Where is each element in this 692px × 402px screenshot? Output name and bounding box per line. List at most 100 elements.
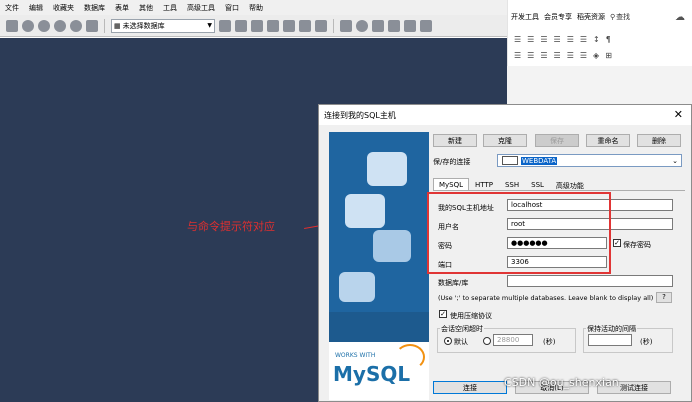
- menu-other[interactable]: 其他: [134, 3, 158, 13]
- database-input[interactable]: [507, 275, 673, 287]
- menu-advanced-tools[interactable]: 高级工具: [182, 3, 220, 13]
- password-input[interactable]: ●●●●●●: [507, 237, 607, 249]
- timeout-input[interactable]: 28800: [493, 334, 533, 346]
- port-label: 端口: [438, 261, 452, 269]
- new-connection-icon[interactable]: [6, 19, 18, 32]
- save-password-label: 保存密码: [623, 241, 651, 249]
- saved-connection-select[interactable]: WEBDATA ⌄: [497, 154, 682, 167]
- align-right-icon[interactable]: ☰: [540, 51, 547, 60]
- user-input[interactable]: root: [507, 218, 673, 230]
- save-password-checkbox[interactable]: ✓: [613, 239, 621, 247]
- menu-database[interactable]: 数据库: [79, 3, 110, 13]
- custom-timeout-radio[interactable]: [483, 337, 491, 345]
- cloud-icon[interactable]: ☁: [675, 12, 685, 23]
- database-label: 数据库/库: [438, 279, 469, 287]
- compress-checkbox[interactable]: ✓: [439, 310, 447, 318]
- database-icon: ▦: [114, 21, 121, 30]
- border-icon[interactable]: ⊞: [605, 51, 612, 60]
- word-window: 开发工具 会员专享 稻壳资源 ⚲ 查找 ☁ ☰ ☰ ☰ ☰ ☰ ☰ ↕ ¶ ☰ …: [507, 0, 692, 66]
- restore-icon[interactable]: [251, 19, 263, 32]
- indent-icon[interactable]: ☰: [554, 35, 561, 44]
- menu-edit[interactable]: 编辑: [24, 3, 48, 13]
- mysql-logo: WORKS WITH MySQL: [329, 342, 429, 400]
- database-hint: (Use ';' to separate multiple databases.…: [438, 294, 654, 302]
- refresh-icon[interactable]: [70, 19, 82, 32]
- chinese-layout-icon[interactable]: ☰: [580, 35, 587, 44]
- dialog-title: 连接到我的SQL主机: [324, 110, 396, 120]
- copy-db-icon[interactable]: [315, 19, 327, 32]
- timeout-seconds-label: (秒): [543, 338, 556, 346]
- execute-all-icon[interactable]: [38, 19, 50, 32]
- database-select[interactable]: ▦ 未选择数据库 ▼: [111, 18, 215, 33]
- format-icon[interactable]: [86, 19, 98, 32]
- word-ribbon-tabs: 开发工具 会员专享 稻壳资源 ⚲ 查找: [508, 10, 692, 24]
- menu-table[interactable]: 表单: [110, 3, 134, 13]
- data-sync-icon[interactable]: [420, 19, 432, 32]
- dolphin-icon: [395, 344, 425, 370]
- user-label: 用户名: [438, 223, 459, 231]
- menu-favorites[interactable]: 收藏夹: [48, 3, 79, 13]
- sort-icon[interactable]: ↕: [593, 35, 600, 44]
- word-search[interactable]: ⚲ 查找: [610, 12, 630, 22]
- word-document-area: [507, 66, 692, 104]
- align-left-icon[interactable]: ☰: [514, 51, 521, 60]
- shading-icon[interactable]: ◈: [593, 51, 599, 60]
- tab-developer[interactable]: 开发工具: [511, 12, 539, 22]
- keepalive-input[interactable]: [588, 334, 632, 346]
- search-icon: ⚲: [610, 13, 616, 21]
- export-icon[interactable]: [283, 19, 295, 32]
- align-center-icon[interactable]: ☰: [527, 51, 534, 60]
- justify-icon[interactable]: ☰: [554, 51, 561, 60]
- show-marks-icon[interactable]: ¶: [606, 35, 611, 44]
- puzzle-piece-image: [345, 194, 385, 228]
- color-swatch: [502, 156, 518, 165]
- default-radio[interactable]: [444, 337, 452, 345]
- puzzle-piece-image: [339, 272, 375, 302]
- query-builder-icon[interactable]: [388, 19, 400, 32]
- line-spacing-icon[interactable]: ☰: [580, 51, 587, 60]
- menu-tools[interactable]: 工具: [158, 3, 182, 13]
- schema-designer-icon[interactable]: [404, 19, 416, 32]
- saved-connection-label: 保/存的连接: [433, 158, 471, 166]
- save-button[interactable]: 保存: [535, 134, 579, 147]
- menu-window[interactable]: 窗口: [220, 3, 244, 13]
- clone-button[interactable]: 克隆: [483, 134, 527, 147]
- schedule-icon[interactable]: [356, 19, 368, 32]
- new-button[interactable]: 新建: [433, 134, 477, 147]
- menu-help[interactable]: 帮助: [244, 3, 268, 13]
- distribute-icon[interactable]: ☰: [567, 51, 574, 60]
- menu-file[interactable]: 文件: [0, 3, 24, 13]
- search-label: 查找: [616, 13, 631, 21]
- user-icon[interactable]: [219, 19, 231, 32]
- tab-member[interactable]: 会员专享: [544, 12, 572, 22]
- puzzle-piece-image: [367, 152, 407, 186]
- schema-icon[interactable]: [299, 19, 311, 32]
- backup-icon[interactable]: [235, 19, 247, 32]
- toolbar-separator: [333, 18, 334, 33]
- sync-icon[interactable]: [340, 19, 352, 32]
- delete-button[interactable]: 删除: [637, 134, 681, 147]
- close-icon[interactable]: ✕: [674, 108, 683, 121]
- chevron-down-icon: ▼: [207, 22, 212, 29]
- notification-icon[interactable]: [372, 19, 384, 32]
- dialog-titlebar: 连接到我的SQL主机 ✕: [319, 105, 691, 125]
- tab-resources[interactable]: 稻壳资源: [577, 12, 605, 22]
- host-input[interactable]: localhost: [507, 199, 673, 211]
- session-timeout-label: 会话空闲超时: [440, 324, 484, 334]
- multilevel-list-icon[interactable]: ☰: [540, 35, 547, 44]
- works-with-text: WORKS WITH: [335, 352, 376, 359]
- numbered-list-icon[interactable]: ☰: [527, 35, 534, 44]
- import-icon[interactable]: [267, 19, 279, 32]
- connect-button[interactable]: 连接: [433, 381, 507, 394]
- port-input[interactable]: 3306: [507, 256, 607, 268]
- stop-icon[interactable]: [54, 19, 66, 32]
- bullet-list-icon[interactable]: ☰: [514, 35, 521, 44]
- help-button[interactable]: ?: [656, 292, 672, 303]
- rename-button[interactable]: 重命名: [586, 134, 630, 147]
- host-label: 我的SQL主机地址: [438, 204, 494, 212]
- outdent-icon[interactable]: ☰: [567, 35, 574, 44]
- keepalive-label: 保持活动的间隔: [586, 324, 637, 334]
- database-select-label: 未选择数据库: [122, 21, 165, 30]
- execute-icon[interactable]: [22, 19, 34, 32]
- app-menubar: 文件 编辑 收藏夹 数据库 表单 其他 工具 高级工具 窗口 帮助: [0, 0, 507, 16]
